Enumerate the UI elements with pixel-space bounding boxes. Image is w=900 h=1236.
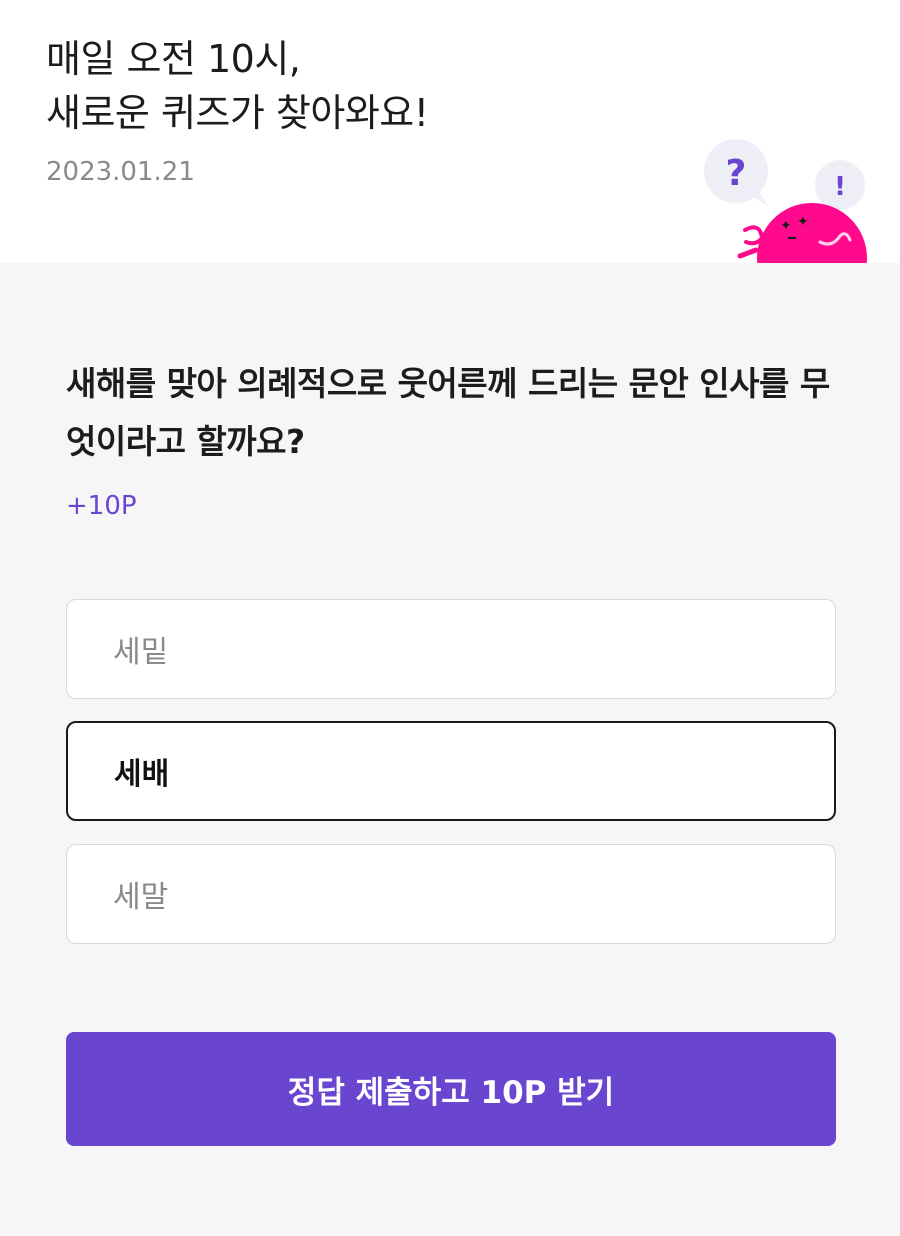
quiz-mascot-illustration: ? ! ✦ ✦ xyxy=(704,139,867,263)
title-line-2: 새로운 퀴즈가 찾아와요! xyxy=(46,91,429,135)
answer-option-3[interactable]: 세말 xyxy=(66,844,836,944)
reward-points: +10P xyxy=(66,491,137,521)
answer-option-2[interactable]: 세배 xyxy=(66,721,836,821)
pink-mascot-icon: ✦ ✦ xyxy=(737,203,867,263)
svg-text:✦: ✦ xyxy=(797,214,809,230)
quiz-content: 새해를 맞아 의례적으로 웃어른께 드리는 문안 인사를 무엇이라고 할까요? … xyxy=(0,263,900,1236)
answer-option-1[interactable]: 세밑 xyxy=(66,599,836,699)
exclamation-bubble-icon: ! xyxy=(815,160,865,210)
question-mark: ? xyxy=(726,153,747,194)
quiz-question: 새해를 맞아 의례적으로 웃어른께 드리는 문안 인사를 무엇이라고 할까요? xyxy=(66,364,830,461)
answer-option-label: 세배 xyxy=(114,757,170,792)
title-line-1: 매일 오전 10시, xyxy=(46,37,301,81)
exclamation-mark: ! xyxy=(834,172,846,202)
page-title: 매일 오전 10시, 새로운 퀴즈가 찾아와요! xyxy=(46,32,429,140)
submit-answer-button[interactable]: 정답 제출하고 10P 받기 xyxy=(66,1032,836,1146)
answer-option-label: 세밑 xyxy=(113,635,169,670)
answer-option-label: 세말 xyxy=(113,880,169,915)
quiz-header: 매일 오전 10시, 새로운 퀴즈가 찾아와요! 2023.01.21 ? ! … xyxy=(0,0,900,263)
quiz-date: 2023.01.21 xyxy=(46,157,195,187)
question-bubble-icon: ? xyxy=(704,139,768,206)
svg-text:✦: ✦ xyxy=(780,218,792,234)
